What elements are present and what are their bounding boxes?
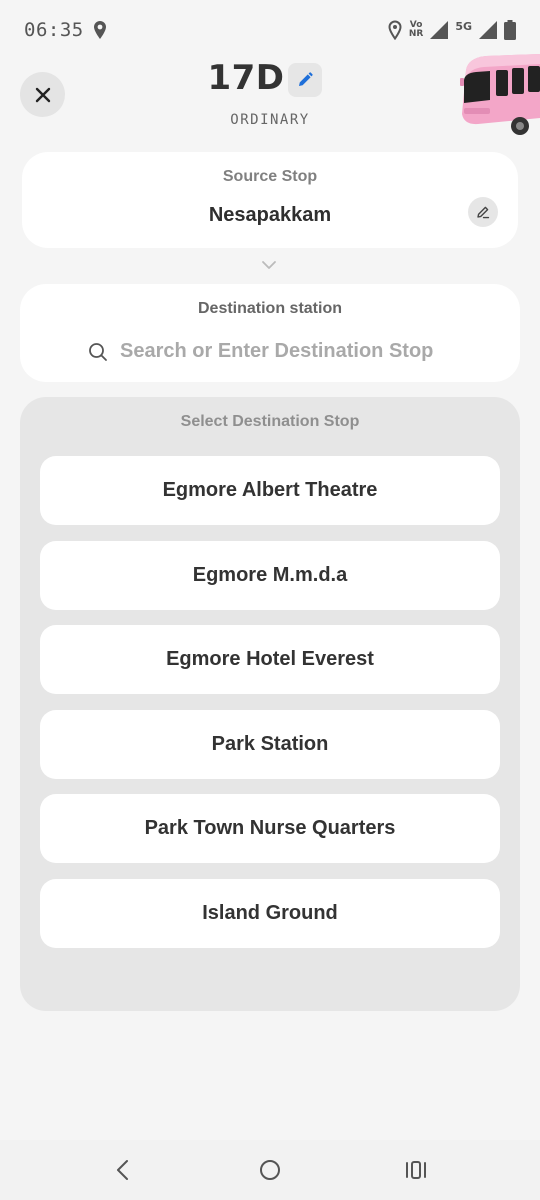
chevron-down-icon — [262, 261, 276, 269]
stops-panel-title: Select Destination Stop — [180, 413, 360, 430]
status-time: 06:35 — [24, 19, 84, 41]
destination-label: Destination station — [197, 300, 342, 317]
recents-icon[interactable] — [404, 1158, 428, 1182]
source-stop-name: Nesapakkam — [208, 204, 332, 226]
stop-item-park-station[interactable]: Park Station — [40, 710, 500, 779]
source-stop-label: Source Stop — [222, 168, 318, 185]
edit-route-button[interactable] — [288, 63, 322, 97]
route-number: 17D — [207, 58, 285, 98]
pencil-icon — [477, 206, 490, 219]
pencil-icon — [299, 72, 313, 86]
network-type-label: 5G — [455, 19, 472, 33]
stop-item-park-town-nurse-quarters[interactable]: Park Town Nurse Quarters — [40, 794, 500, 863]
back-icon[interactable] — [113, 1158, 133, 1182]
nr-label: NR — [408, 29, 424, 39]
stop-item-island-ground[interactable]: Island Ground — [40, 879, 500, 948]
battery-icon — [504, 20, 516, 40]
location-outline-icon — [388, 20, 402, 40]
destination-search-row — [20, 340, 520, 363]
destination-card: Destination station — [20, 284, 520, 382]
status-icons: Vo NR 5G — [387, 20, 516, 41]
stop-item-egmore-albert-theatre[interactable]: Egmore Albert Theatre — [40, 456, 500, 525]
destination-stops-panel: Select Destination Stop Egmore Albert Th… — [20, 397, 520, 1011]
source-stop-card: Source Stop Nesapakkam — [22, 152, 518, 248]
bus-illustration — [460, 54, 540, 135]
signal-icon — [430, 21, 449, 39]
stop-item-egmore-hotel-everest[interactable]: Egmore Hotel Everest — [40, 625, 500, 694]
edit-source-button[interactable] — [468, 197, 498, 227]
home-icon[interactable] — [258, 1158, 282, 1182]
location-icon — [93, 21, 106, 39]
volte-nr-indicator: Vo NR — [409, 21, 423, 39]
signal-icon-2 — [479, 21, 497, 39]
system-nav-bar — [0, 1140, 540, 1200]
stop-item-egmore-mmda[interactable]: Egmore M.m.d.a — [40, 541, 500, 610]
destination-search-input[interactable] — [120, 340, 452, 363]
search-icon — [89, 342, 107, 361]
